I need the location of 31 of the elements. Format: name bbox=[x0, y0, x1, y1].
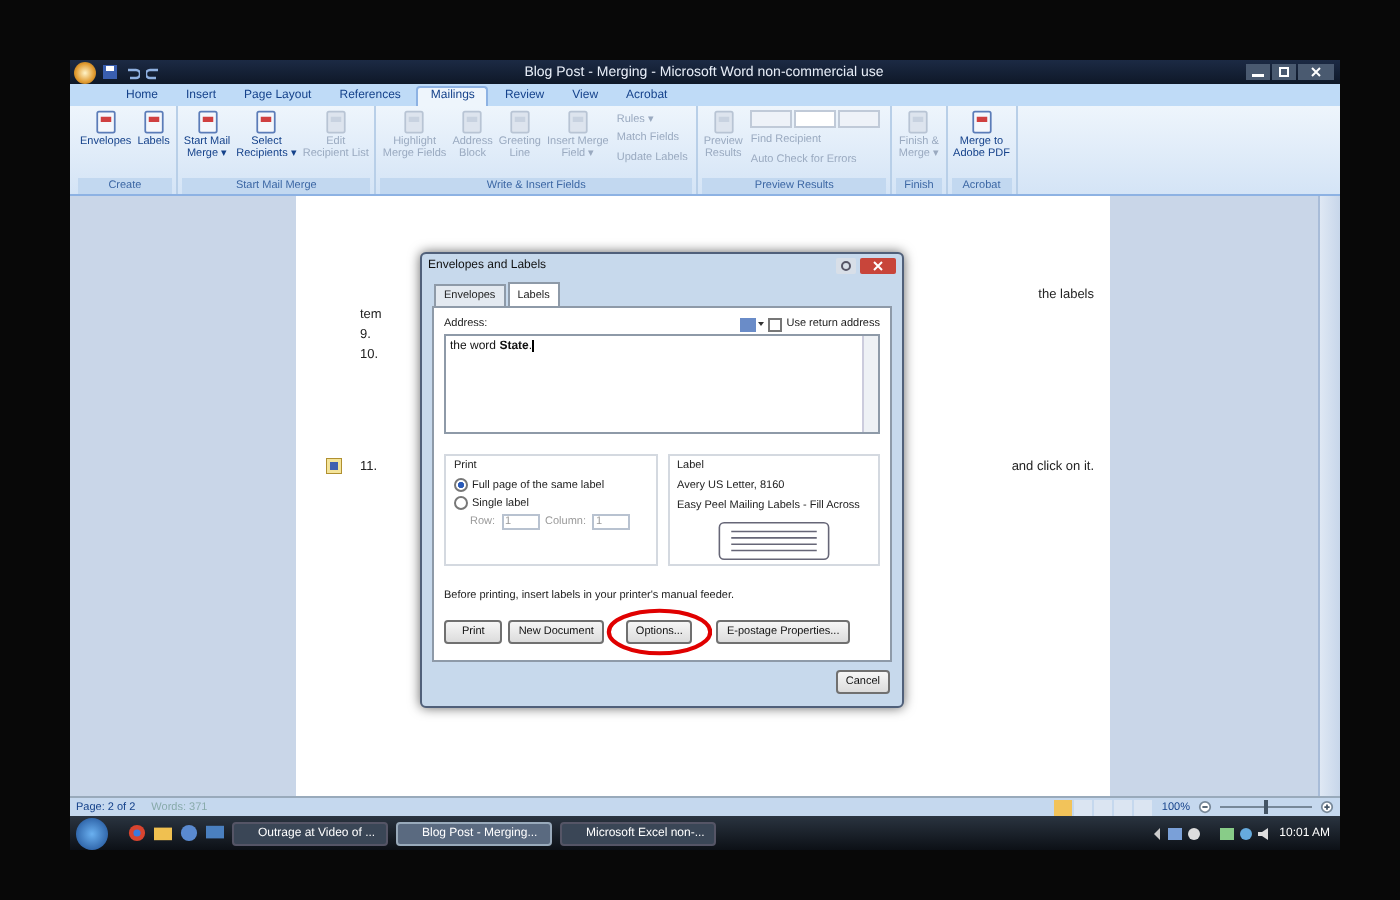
paste-options-icon[interactable] bbox=[326, 458, 342, 474]
start-button[interactable] bbox=[76, 817, 108, 849]
radio-button[interactable] bbox=[454, 496, 468, 510]
document-icon bbox=[709, 108, 738, 136]
document-icon bbox=[321, 108, 350, 136]
document-icon bbox=[563, 108, 592, 136]
document-icon bbox=[400, 108, 429, 136]
document-icon bbox=[252, 108, 281, 136]
document-icon bbox=[139, 108, 168, 136]
address-book-icon[interactable] bbox=[740, 317, 765, 331]
document-icon bbox=[904, 108, 933, 136]
close-icon[interactable] bbox=[860, 257, 896, 273]
document-icon bbox=[505, 108, 534, 136]
document-icon bbox=[458, 108, 487, 136]
zoom-out-icon[interactable] bbox=[1198, 800, 1212, 814]
radio-button[interactable] bbox=[454, 478, 468, 492]
document-icon bbox=[193, 108, 222, 136]
folder-icon[interactable] bbox=[154, 824, 172, 842]
restore-icon[interactable] bbox=[1272, 64, 1296, 80]
document-icon bbox=[967, 108, 996, 136]
minimize-icon[interactable] bbox=[1246, 64, 1270, 80]
tray-icons-drawing[interactable] bbox=[1151, 825, 1272, 841]
close-icon[interactable] bbox=[1298, 64, 1334, 80]
office-button[interactable] bbox=[74, 61, 96, 83]
save-icon[interactable] bbox=[102, 64, 118, 80]
checkbox[interactable] bbox=[768, 317, 783, 331]
vertical-scrollbar[interactable] bbox=[1318, 196, 1340, 796]
undo-icon[interactable] bbox=[124, 64, 140, 80]
document-icon bbox=[91, 108, 120, 136]
zoom-in-icon[interactable] bbox=[1320, 800, 1334, 814]
redo-icon[interactable] bbox=[146, 64, 162, 80]
